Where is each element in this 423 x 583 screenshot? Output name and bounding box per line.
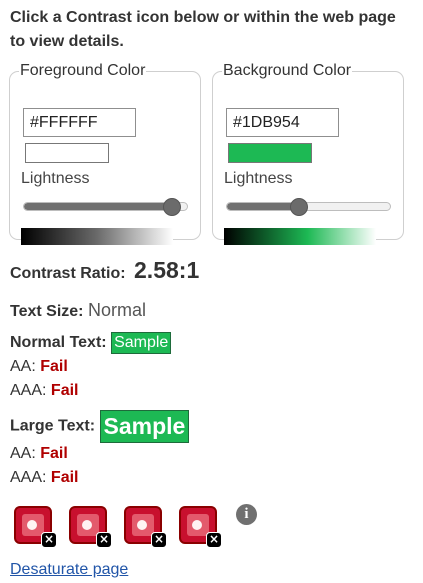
icon-dot [27,520,37,530]
contrast-ratio-label: Contrast Ratio: [10,265,126,282]
foreground-color-legend: Foreground Color [20,62,146,79]
foreground-lightness-label: Lightness [21,170,90,187]
normal-text-sample: Sample [111,332,172,354]
icon-dot [82,520,92,530]
contrast-error-icon[interactable]: × [12,504,57,550]
normal-text-heading: Normal Text: Sample [10,332,172,354]
background-lightness-label: Lightness [224,170,293,187]
text-size-row: Text Size: Normal [10,300,146,321]
foreground-color-swatch[interactable] [25,143,109,163]
foreground-hex-input[interactable] [23,108,136,137]
contrast-error-icon[interactable]: × [177,504,222,550]
background-lightness-slider[interactable] [226,198,391,216]
icon-dot [137,520,147,530]
contrast-ratio-row: Contrast Ratio: 2.58:1 [10,257,199,284]
large-aa-label: AA: [10,445,36,462]
foreground-color-panel: Foreground Color Lightness [9,62,201,245]
normal-text-label: Normal Text: [10,334,107,352]
info-icon[interactable]: i [236,504,257,525]
large-text-sample: Sample [99,410,190,443]
desaturate-page-link[interactable]: Desaturate page [10,561,128,579]
close-icon: × [151,532,167,548]
text-size-value: Normal [87,300,146,320]
close-icon: × [96,532,112,548]
normal-aaa-result: AAA: Fail [10,382,78,400]
large-text-heading: Large Text: Sample [10,410,190,443]
background-hex-input[interactable] [226,108,339,137]
icon-dot [192,520,202,530]
normal-aaa-value: Fail [50,382,79,399]
contrast-icons-row: × × × × [12,504,252,552]
background-lightness-gradient [224,228,376,245]
normal-aa-result: AA: Fail [10,358,68,376]
foreground-lightness-thumb[interactable] [162,198,181,216]
background-color-legend: Background Color [223,62,352,79]
close-icon: × [41,532,57,548]
large-aaa-label: AAA: [10,469,47,486]
instructions-text: Click a Contrast icon below or within th… [10,9,396,50]
normal-aa-value: Fail [40,358,68,375]
icon-inner [77,514,99,536]
foreground-lightness-slider[interactable] [23,198,188,216]
text-size-label: Text Size: [10,303,84,320]
large-text-label: Large Text: [10,417,96,435]
background-lightness-thumb[interactable] [289,198,308,216]
icon-inner [187,514,209,536]
normal-aaa-label: AAA: [10,382,47,399]
contrast-error-icon[interactable]: × [67,504,112,550]
foreground-lightness-gradient [21,228,173,245]
background-color-panel: Background Color Lightness [212,62,404,245]
large-aa-value: Fail [40,445,68,462]
close-icon: × [206,532,222,548]
large-aa-result: AA: Fail [10,445,68,463]
large-aaa-value: Fail [50,469,79,486]
normal-aa-label: AA: [10,358,36,375]
large-aaa-result: AAA: Fail [10,469,78,487]
contrast-ratio-value: 2.58:1 [134,257,200,283]
background-color-swatch[interactable] [228,143,312,163]
icon-inner [22,514,44,536]
contrast-error-icon[interactable]: × [122,504,167,550]
icon-inner [132,514,154,536]
